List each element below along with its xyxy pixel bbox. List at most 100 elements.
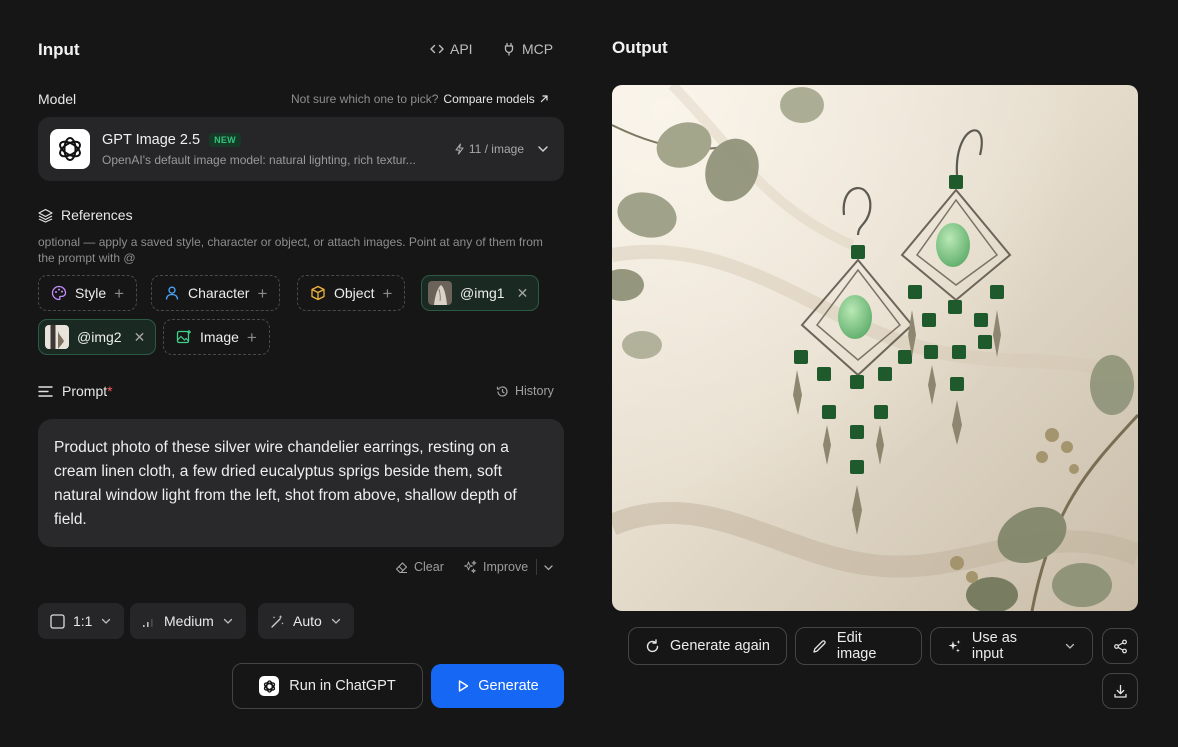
- close-icon[interactable]: ✕: [517, 285, 529, 302]
- img1-chip-label: @img1: [460, 285, 505, 301]
- required-mark: *: [107, 383, 113, 399]
- palette-icon: [51, 285, 67, 301]
- layers-icon: [38, 208, 53, 223]
- aspect-ratio-select[interactable]: 1:1: [38, 603, 125, 639]
- generate-label: Generate: [478, 678, 539, 694]
- edit-image-button[interactable]: Edit image: [795, 627, 922, 665]
- prompt-textarea[interactable]: Product photo of these silver wire chand…: [38, 419, 564, 547]
- download-button[interactable]: [1102, 673, 1138, 709]
- object-chip-label: Object: [334, 285, 375, 301]
- sparkles-icon: [464, 560, 477, 574]
- run-in-chatgpt-button[interactable]: Run in ChatGPT: [232, 663, 423, 709]
- img2-chip-label: @img2: [77, 329, 122, 345]
- input-title: Input: [38, 40, 80, 59]
- model-helper-text: Not sure which one to pick?: [291, 92, 439, 106]
- references-label: References: [61, 207, 133, 223]
- references-hint: optional — apply a saved style, characte…: [38, 235, 543, 265]
- quality-select[interactable]: Medium: [130, 603, 246, 639]
- style-value: Auto: [293, 613, 322, 629]
- generate-again-button[interactable]: Generate again: [628, 627, 787, 665]
- img1-thumbnail: [428, 281, 452, 305]
- openai-logo-icon: [50, 129, 90, 169]
- edit-image-label: Edit image: [836, 630, 877, 662]
- plug-icon: [504, 42, 514, 56]
- plus-icon: +: [114, 283, 125, 303]
- chatgpt-logo-icon: [259, 676, 280, 696]
- text-align-icon: [38, 385, 53, 397]
- run-in-chatgpt-label: Run in ChatGPT: [289, 678, 396, 694]
- generate-again-label: Generate again: [670, 638, 770, 654]
- clear-button[interactable]: Clear: [395, 560, 444, 574]
- divider: [536, 559, 537, 575]
- api-label: API: [450, 41, 473, 57]
- improve-button[interactable]: Improve: [463, 560, 528, 574]
- arrow-up-right-icon: [540, 95, 548, 103]
- character-chip-label: Character: [188, 285, 250, 301]
- eraser-icon: [395, 561, 408, 573]
- share-icon: [1113, 639, 1127, 653]
- quality-value: Medium: [164, 613, 214, 629]
- chevron-down-icon: [1065, 643, 1075, 649]
- references-header: References: [38, 207, 133, 223]
- pencil-icon: [813, 639, 826, 653]
- improve-options-chevron-icon[interactable]: [543, 562, 554, 573]
- object-chip[interactable]: Object +: [297, 275, 406, 311]
- model-section-label: Model: [38, 91, 77, 107]
- share-button[interactable]: [1102, 628, 1138, 664]
- character-chip[interactable]: Character +: [151, 275, 281, 311]
- use-as-input-button[interactable]: Use as input: [930, 627, 1093, 665]
- download-icon: [1113, 684, 1127, 698]
- model-selector[interactable]: GPT Image 2.5 NEW OpenAI's default image…: [38, 117, 564, 181]
- clear-label: Clear: [414, 560, 444, 574]
- signal-bars-icon: [143, 619, 153, 627]
- img2-thumbnail: [45, 325, 69, 349]
- cube-icon: [311, 285, 325, 301]
- chevron-down-icon: [102, 618, 111, 624]
- api-button[interactable]: API: [430, 41, 473, 57]
- history-button[interactable]: History: [496, 384, 554, 398]
- magic-wand-icon: [271, 614, 284, 628]
- chevron-down-icon: [331, 618, 340, 624]
- plus-icon: +: [246, 327, 257, 347]
- improve-label: Improve: [483, 560, 529, 574]
- close-icon[interactable]: ✕: [134, 329, 146, 346]
- img1-chip[interactable]: @img1 ✕: [421, 275, 540, 311]
- user-icon: [165, 286, 179, 300]
- style-select[interactable]: Auto: [258, 603, 354, 639]
- output-title: Output: [612, 38, 668, 57]
- output-image[interactable]: [612, 85, 1138, 611]
- model-cost-label: 11 / image: [468, 142, 524, 156]
- mcp-label: MCP: [522, 41, 554, 57]
- image-add-icon: [176, 330, 191, 344]
- chevron-down-icon: [223, 618, 232, 624]
- plus-icon: +: [382, 283, 393, 303]
- mcp-button[interactable]: MCP: [502, 41, 553, 57]
- aspect-ratio-value: 1:1: [73, 613, 93, 629]
- play-icon: [459, 680, 469, 692]
- refresh-icon: [646, 638, 659, 652]
- plus-icon: +: [257, 283, 268, 303]
- prompt-header: Prompt*: [38, 383, 113, 399]
- compare-models-label: Compare models: [443, 92, 535, 106]
- lightning-icon: [455, 143, 464, 155]
- prompt-label: Prompt: [62, 383, 108, 399]
- model-name-row: GPT Image 2.5 NEW: [102, 132, 241, 148]
- model-cost: 11 / image: [454, 142, 524, 156]
- chevron-down-icon: [538, 146, 548, 153]
- sparkles-icon: [948, 639, 961, 652]
- new-badge: NEW: [209, 133, 241, 147]
- style-chip-label: Style: [75, 285, 107, 301]
- code-icon: [430, 44, 444, 54]
- compare-models-link[interactable]: Compare models: [443, 92, 548, 106]
- history-label: History: [515, 384, 554, 398]
- history-icon: [496, 385, 508, 397]
- image-chip[interactable]: Image +: [163, 319, 270, 355]
- use-as-input-label: Use as input: [971, 630, 1018, 662]
- model-name: GPT Image 2.5: [102, 132, 201, 148]
- img2-chip[interactable]: @img2 ✕: [38, 319, 157, 355]
- model-description: OpenAI's default image model: natural li…: [102, 153, 416, 167]
- style-chip[interactable]: Style +: [38, 275, 138, 311]
- square-icon: [50, 613, 65, 629]
- image-chip-label: Image: [200, 329, 239, 345]
- generate-button[interactable]: Generate: [431, 664, 564, 708]
